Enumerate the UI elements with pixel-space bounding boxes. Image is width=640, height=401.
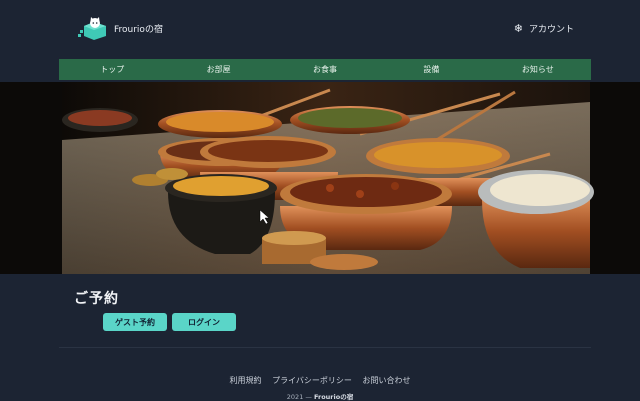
brand-link[interactable]: Frourioの宿 [78,16,163,40]
site-header: Frourioの宿 ❄ アカウント [0,0,640,58]
account-label: アカウント [528,25,574,35]
hero-food-illustration [0,82,640,274]
footer-link-contact[interactable]: お問い合わせ [362,376,410,385]
gear-icon: ❄ [513,22,523,35]
brand-name: Frourioの宿 [114,24,163,35]
footer-divider [59,347,591,348]
reservation-title: ご予約 [74,291,119,307]
nav-item-news[interactable]: お知らせ [485,59,591,80]
nav-item-rooms[interactable]: お部屋 [165,59,271,80]
footer-links: 利用規約 プライバシーポリシー お問い合わせ [0,375,640,386]
cat-logo-icon [78,17,106,40]
nav-item-meals[interactable]: お食事 [272,59,378,80]
main-nav: トップ お部屋 お食事 設備 お知らせ [59,59,591,80]
hero-image [0,82,640,274]
nav-item-top[interactable]: トップ [59,59,165,80]
footer-link-terms[interactable]: 利用規約 [230,376,262,385]
guest-reservation-button[interactable]: ゲスト予約 [103,313,167,331]
account-menu[interactable]: ❄ アカウント [514,22,574,35]
nav-item-facilities[interactable]: 設備 [378,59,484,80]
login-button[interactable]: ログイン [172,313,236,331]
footer-link-privacy[interactable]: プライバシーポリシー [272,376,352,385]
